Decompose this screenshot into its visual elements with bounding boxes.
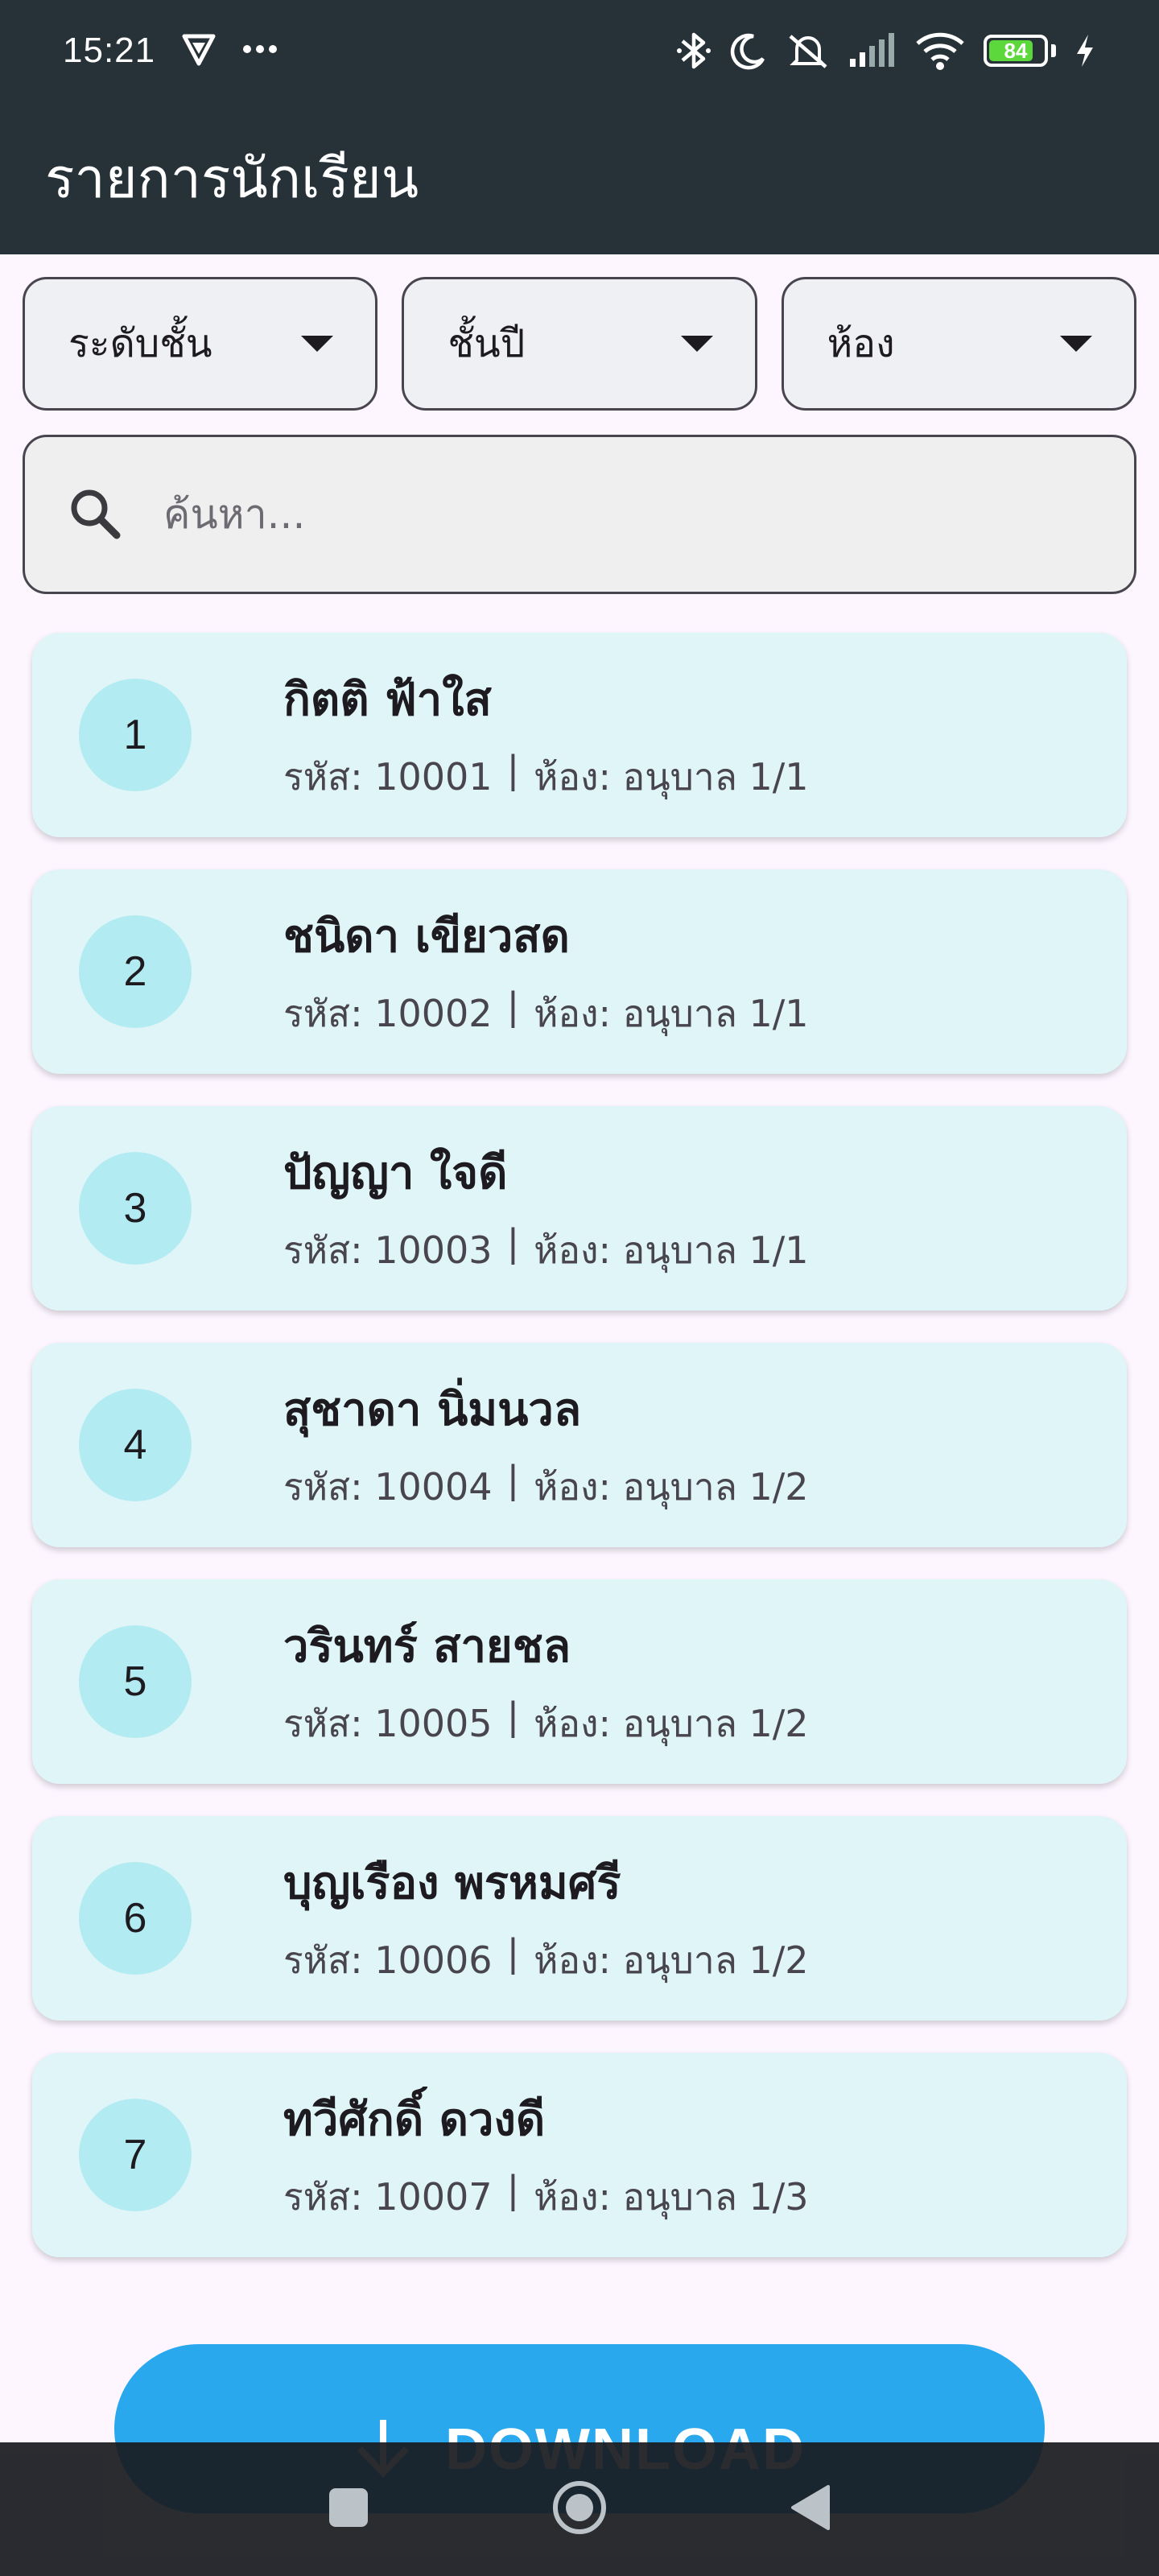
list-item[interactable]: 5 วรินทร์ สายชล รหัส: 10005 | ห้อง: อนุบ…	[32, 1579, 1127, 1784]
student-code: รหัส: 10004	[283, 1465, 493, 1509]
year-dropdown[interactable]: ชั้นปี	[402, 277, 757, 411]
meta-separator: |	[506, 1221, 520, 1265]
mute-icon	[786, 31, 831, 70]
level-dropdown[interactable]: ระดับชั้น	[23, 277, 378, 411]
list-item[interactable]: 2 ชนิดา เขียวสด รหัส: 10002 | ห้อง: อนุบ…	[32, 869, 1127, 1074]
student-name: ทวีศักดิ์ ดวงดี	[283, 2094, 546, 2146]
wifi-icon	[914, 31, 966, 71]
student-code: รหัส: 10007	[283, 2175, 493, 2219]
home-button[interactable]	[551, 2479, 608, 2539]
status-time: 15:21	[63, 31, 156, 70]
chevron-down-icon	[301, 336, 334, 352]
battery-level: 84	[1004, 38, 1028, 63]
student-code: รหัส: 10006	[283, 1938, 493, 1982]
student-name: ปัญญา ใจดี	[283, 1147, 508, 1199]
student-meta: รหัส: 10001 | ห้อง: อนุบาล 1/1	[283, 748, 809, 807]
chevron-down-icon	[1059, 336, 1092, 352]
recents-button[interactable]	[328, 2487, 369, 2532]
student-meta: รหัส: 10005 | ห้อง: อนุบาล 1/2	[283, 1695, 809, 1753]
year-dropdown-label: ชั้นปี	[448, 321, 526, 366]
list-item-text: กิตติ ฟ้าใส รหัส: 10001 | ห้อง: อนุบาล 1…	[283, 663, 809, 807]
room-dropdown[interactable]: ห้อง	[781, 277, 1136, 411]
student-room: ห้อง: อนุบาล 1/1	[534, 992, 809, 1035]
student-code: รหัส: 10002	[283, 992, 493, 1035]
page-title: รายการนักเรียน	[45, 147, 419, 211]
search-box[interactable]	[23, 435, 1136, 594]
avatar: 3	[79, 1152, 192, 1265]
student-room: ห้อง: อนุบาล 1/2	[534, 1465, 809, 1509]
list-item[interactable]: 6 บุญเรือง พรหมศรี รหัส: 10006 | ห้อง: อ…	[32, 1816, 1127, 2021]
meta-separator: |	[506, 985, 520, 1028]
app-bar: รายการนักเรียน	[0, 101, 1159, 254]
avatar: 2	[79, 915, 192, 1028]
student-code: รหัส: 10003	[283, 1228, 493, 1272]
list-item[interactable]: 7 ทวีศักดิ์ ดวงดี รหัส: 10007 | ห้อง: อน…	[32, 2053, 1127, 2257]
level-dropdown-label: ระดับชั้น	[68, 321, 212, 366]
meta-separator: |	[506, 748, 520, 791]
battery-tip	[1051, 44, 1056, 57]
student-meta: รหัส: 10003 | ห้อง: อนุบาล 1/1	[283, 1221, 809, 1280]
chevron-down-icon	[680, 336, 713, 352]
list-item-text: วรินทร์ สายชล รหัส: 10005 | ห้อง: อนุบาล…	[283, 1610, 809, 1753]
avatar: 4	[79, 1389, 192, 1501]
list-item[interactable]: 3 ปัญญา ใจดี รหัส: 10003 | ห้อง: อนุบาล …	[32, 1106, 1127, 1311]
student-room: ห้อง: อนุบาล 1/1	[534, 755, 809, 799]
list-item-text: สุชาดา นิ่มนวล รหัส: 10004 | ห้อง: อนุบา…	[283, 1373, 809, 1517]
status-bar: 15:21 84	[0, 0, 1159, 101]
status-left: 15:21	[63, 30, 278, 72]
meta-separator: |	[506, 1931, 520, 1975]
meta-separator: |	[506, 1695, 520, 1738]
list-item-text: ทวีศักดิ์ ดวงดี รหัส: 10007 | ห้อง: อนุบ…	[283, 2083, 809, 2227]
list-item-text: บุญเรือง พรหมศรี รหัส: 10006 | ห้อง: อนุ…	[283, 1847, 809, 1990]
student-meta: รหัส: 10002 | ห้อง: อนุบาล 1/1	[283, 985, 809, 1043]
charging-icon	[1074, 33, 1096, 68]
student-name: บุญเรือง พรหมศรี	[283, 1857, 621, 1909]
meta-separator: |	[506, 2168, 520, 2211]
list-item-text: ชนิดา เขียวสด รหัส: 10002 | ห้อง: อนุบาล…	[283, 900, 809, 1043]
student-meta: รหัส: 10007 | ห้อง: อนุบาล 1/3	[283, 2168, 809, 2227]
student-room: ห้อง: อนุบาล 1/1	[534, 1228, 809, 1272]
battery-icon: 84	[984, 35, 1048, 67]
more-dots-icon	[242, 43, 278, 60]
student-name: กิตติ ฟ้าใส	[283, 674, 492, 726]
list-item-text: ปัญญา ใจดี รหัส: 10003 | ห้อง: อนุบาล 1/…	[283, 1137, 809, 1280]
meta-separator: |	[506, 1458, 520, 1501]
student-name: สุชาดา นิ่มนวล	[283, 1384, 582, 1436]
student-name: วรินทร์ สายชล	[283, 1620, 571, 1673]
list-item[interactable]: 4 สุชาดา นิ่มนวล รหัส: 10004 | ห้อง: อนุ…	[32, 1343, 1127, 1547]
student-meta: รหัส: 10006 | ห้อง: อนุบาล 1/2	[283, 1931, 809, 1990]
shield-icon	[179, 30, 218, 72]
avatar: 1	[79, 679, 192, 791]
student-room: ห้อง: อนุบาล 1/2	[534, 1938, 809, 1982]
avatar: 5	[79, 1625, 192, 1738]
search-icon	[64, 482, 128, 547]
student-room: ห้อง: อนุบาล 1/2	[534, 1702, 809, 1745]
student-room: ห้อง: อนุบาล 1/3	[534, 2175, 809, 2219]
student-code: รหัส: 10005	[283, 1702, 493, 1745]
student-name: ชนิดา เขียวสด	[283, 910, 570, 963]
list-item[interactable]: 1 กิตติ ฟ้าใส รหัส: 10001 | ห้อง: อนุบาล…	[32, 633, 1127, 837]
student-list: 1 กิตติ ฟ้าใส รหัส: 10001 | ห้อง: อนุบาล…	[32, 633, 1127, 2289]
navigation-bar	[0, 2442, 1159, 2576]
filter-row: ระดับชั้น ชั้นปี ห้อง	[23, 277, 1136, 411]
moon-icon	[729, 31, 768, 70]
status-right: 84	[676, 30, 1096, 72]
avatar: 7	[79, 2099, 192, 2211]
student-meta: รหัส: 10004 | ห้อง: อนุบาล 1/2	[283, 1458, 809, 1517]
student-code: รหัส: 10001	[283, 755, 493, 799]
bluetooth-icon	[676, 30, 711, 72]
signal-icon	[848, 33, 897, 68]
avatar: 6	[79, 1862, 192, 1975]
back-button[interactable]	[790, 2483, 831, 2535]
room-dropdown-label: ห้อง	[827, 321, 895, 366]
search-input[interactable]	[163, 491, 1049, 538]
